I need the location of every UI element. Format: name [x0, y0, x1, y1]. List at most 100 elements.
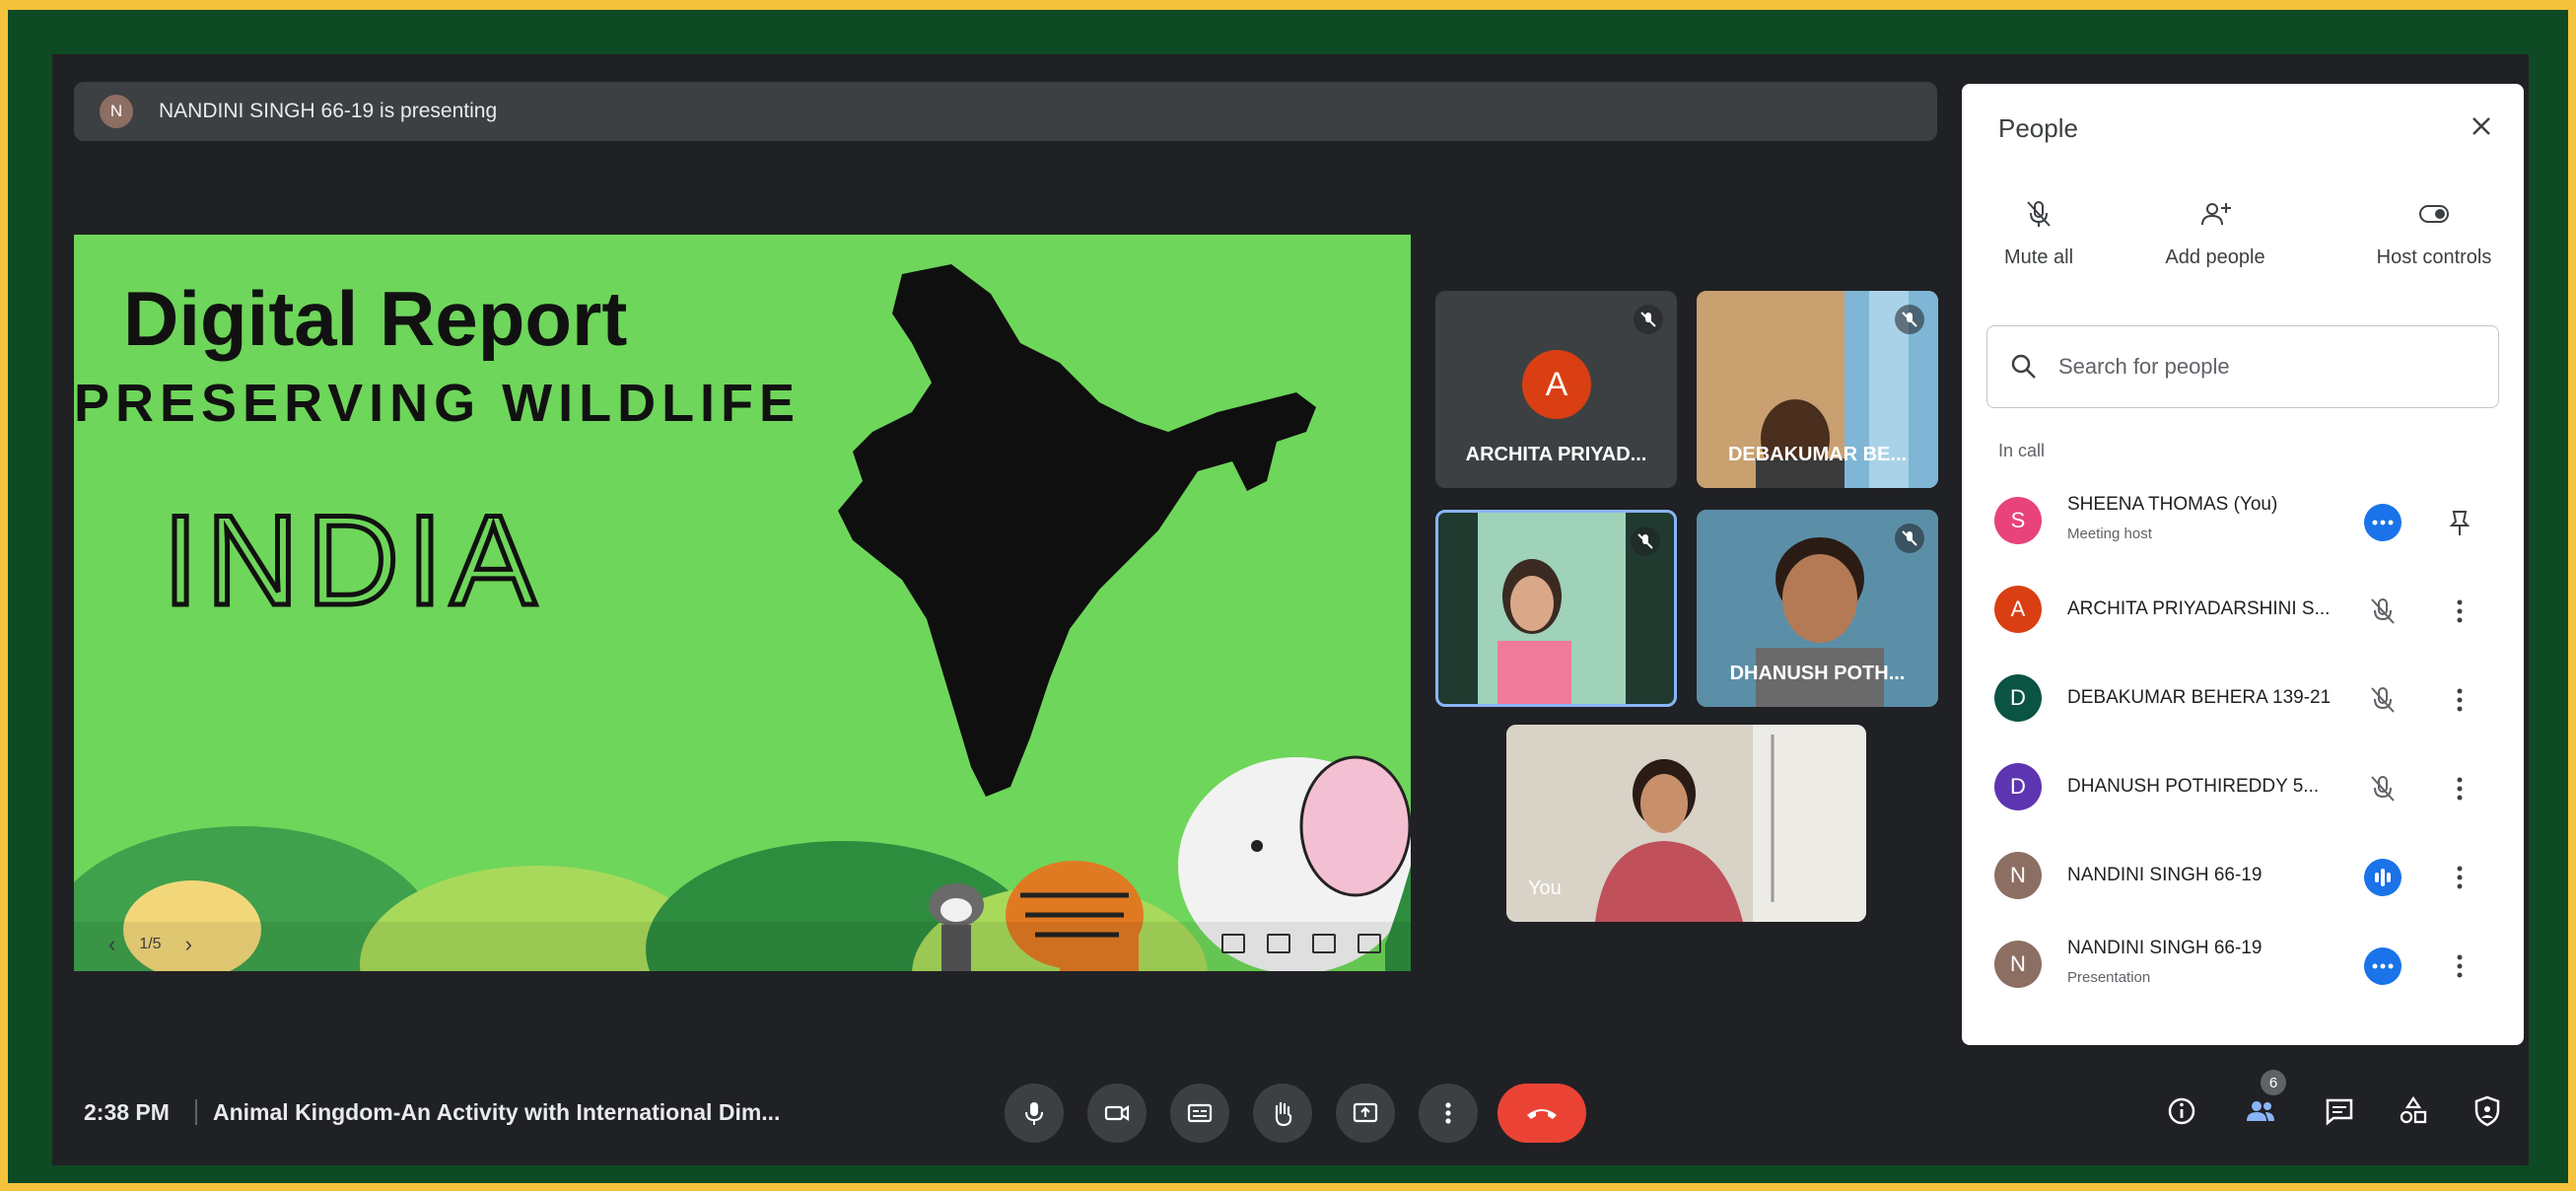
slide-nav: ‹ 1/5 ›	[108, 932, 192, 957]
more-vert-icon[interactable]	[2455, 593, 2465, 630]
more-options-badge[interactable]	[2364, 947, 2402, 985]
slide-page-indicator: 1/5	[139, 936, 162, 952]
prev-slide-icon[interactable]: ‹	[108, 932, 115, 957]
mic-icon	[1025, 1102, 1043, 1125]
slide-heading: INDIA	[161, 486, 544, 635]
participant-name: DHANUSH POTHIREDDY 5...	[2067, 776, 2320, 797]
more-options-button[interactable]	[1419, 1084, 1478, 1143]
raise-hand-button[interactable]	[1253, 1084, 1312, 1143]
host-controls-button[interactable]: Host controls	[2360, 197, 2508, 269]
participant-role: Meeting host	[2067, 525, 2152, 542]
captions-button[interactable]	[1170, 1084, 1229, 1143]
camera-button[interactable]	[1087, 1084, 1147, 1143]
mic-off-icon	[1895, 305, 1924, 334]
settings-icon[interactable]	[1312, 934, 1336, 953]
meeting-title: Animal Kingdom-An Activity with Internat…	[213, 1099, 781, 1125]
slide-controls: ‹ 1/5 ›	[74, 922, 1411, 971]
self-name: You	[1528, 877, 1562, 899]
participant-avatar: D	[1994, 763, 2042, 810]
more-vert-icon[interactable]	[2455, 681, 2465, 719]
meet-window: N NANDINI SINGH 66-19 is presenting Digi…	[52, 54, 2529, 1165]
slide-tools	[1221, 934, 1381, 953]
fullscreen-icon[interactable]	[1358, 934, 1381, 953]
mic-button[interactable]	[1005, 1084, 1064, 1143]
divider	[195, 1099, 197, 1125]
participant-name: NANDINI SINGH 66-19	[2067, 865, 2263, 885]
participant-row[interactable]: A ARCHITA PRIYADARSHINI S...	[1962, 565, 2524, 654]
mute-all-button[interactable]: Mute all	[1999, 197, 2078, 269]
participant-row[interactable]: S SHEENA THOMAS (You) Meeting host	[1962, 476, 2524, 565]
more-vert-icon	[1445, 1102, 1451, 1124]
add-people-button[interactable]: Add people	[2151, 197, 2279, 269]
presenter-avatar: N	[100, 95, 133, 128]
in-call-label: In call	[1998, 441, 2046, 460]
participant-name: SHEENA THOMAS (You)	[2067, 494, 2278, 515]
participant-name: DEBAKUMAR BE...	[1727, 444, 1908, 465]
presentation-slide[interactable]: Digital Report PRESERVING WILDLIFE INDIA…	[74, 235, 1411, 971]
participant-tile[interactable]: DEBAKUMAR BE...	[1697, 291, 1938, 488]
mic-off-icon	[1631, 526, 1660, 556]
end-call-button[interactable]	[1497, 1084, 1586, 1143]
more-vert-icon[interactable]	[2455, 770, 2465, 807]
participant-avatar: S	[1994, 497, 2042, 544]
slide-title: Digital Report	[123, 275, 628, 362]
host-controls-label: Host controls	[2376, 246, 2492, 268]
person-add-icon	[2201, 203, 2231, 226]
participant-name: DEBAKUMAR BEHERA 139-21	[2067, 687, 2332, 708]
participant-role: Presentation	[2067, 969, 2151, 986]
panel-actions: Mute all Add people Host controls	[1962, 197, 2524, 296]
toggle-icon	[2419, 205, 2449, 223]
presenting-banner: N NANDINI SINGH 66-19 is presenting	[74, 82, 1937, 141]
speaking-indicator-icon	[2364, 859, 2402, 896]
info-icon[interactable]	[2162, 1091, 2201, 1131]
participant-tile[interactable]	[1435, 510, 1677, 707]
end-call-icon	[1527, 1109, 1557, 1119]
participant-name: ARCHITA PRIYAD...	[1465, 444, 1647, 465]
participant-row[interactable]: D DEBAKUMAR BEHERA 139-21	[1962, 654, 2524, 742]
participant-avatar: A	[1522, 350, 1591, 419]
link-icon[interactable]	[1267, 934, 1290, 953]
bottom-bar: 2:38 PM Animal Kingdom-An Activity with …	[52, 1070, 2529, 1165]
captions-icon	[1187, 1103, 1213, 1123]
add-people-label: Add people	[2165, 246, 2265, 268]
participant-name: ARCHITA PRIYADARSHINI S...	[2067, 598, 2331, 619]
mic-off-icon	[1634, 305, 1663, 334]
next-slide-icon[interactable]: ›	[185, 932, 192, 957]
chat-icon[interactable]	[2320, 1091, 2359, 1131]
more-vert-icon[interactable]	[2455, 859, 2465, 896]
activities-icon[interactable]	[2394, 1091, 2433, 1131]
search-field[interactable]	[1986, 325, 2499, 408]
panel-title: People	[1998, 113, 2078, 143]
participant-avatar: D	[1994, 674, 2042, 722]
captions-toggle-icon[interactable]	[1221, 934, 1245, 953]
people-icon[interactable]	[2241, 1091, 2280, 1131]
people-panel: People Mute all Add people Host controls…	[1962, 84, 2524, 1045]
raise-hand-icon	[1275, 1101, 1292, 1127]
present-button[interactable]	[1336, 1084, 1395, 1143]
participant-tile[interactable]: A ARCHITA PRIYAD...	[1435, 291, 1677, 488]
search-icon	[2011, 354, 2036, 379]
mic-off-icon	[2027, 201, 2051, 227]
mute-all-label: Mute all	[2003, 246, 2074, 268]
mic-off-icon	[2371, 598, 2395, 624]
participant-name: DHANUSH POTH...	[1729, 663, 1906, 684]
participant-row[interactable]: N NANDINI SINGH 66-19 Presentation	[1962, 920, 2524, 1009]
slide-subtitle: PRESERVING WILDLIFE	[74, 374, 801, 433]
mic-off-icon	[1895, 524, 1924, 553]
participant-row[interactable]: D DHANUSH POTHIREDDY 5...	[1962, 742, 2524, 831]
participant-tile[interactable]: DHANUSH POTH...	[1697, 510, 1938, 707]
participant-avatar: N	[1994, 941, 2042, 988]
host-shield-icon[interactable]	[2468, 1091, 2507, 1131]
self-view-tile[interactable]: You	[1506, 725, 1866, 922]
participant-row[interactable]: N NANDINI SINGH 66-19	[1962, 831, 2524, 920]
mic-off-icon	[2371, 776, 2395, 802]
participant-count-badge: 6	[2261, 1070, 2286, 1095]
more-vert-icon[interactable]	[2455, 947, 2465, 985]
participant-avatar: A	[1994, 586, 2042, 633]
close-icon[interactable]	[2465, 109, 2498, 143]
more-options-badge[interactable]	[2364, 504, 2402, 541]
pin-icon[interactable]	[2447, 504, 2472, 541]
search-input[interactable]	[2056, 348, 2474, 385]
camera-icon	[1104, 1104, 1130, 1122]
participant-name: NANDINI SINGH 66-19	[2067, 938, 2263, 958]
